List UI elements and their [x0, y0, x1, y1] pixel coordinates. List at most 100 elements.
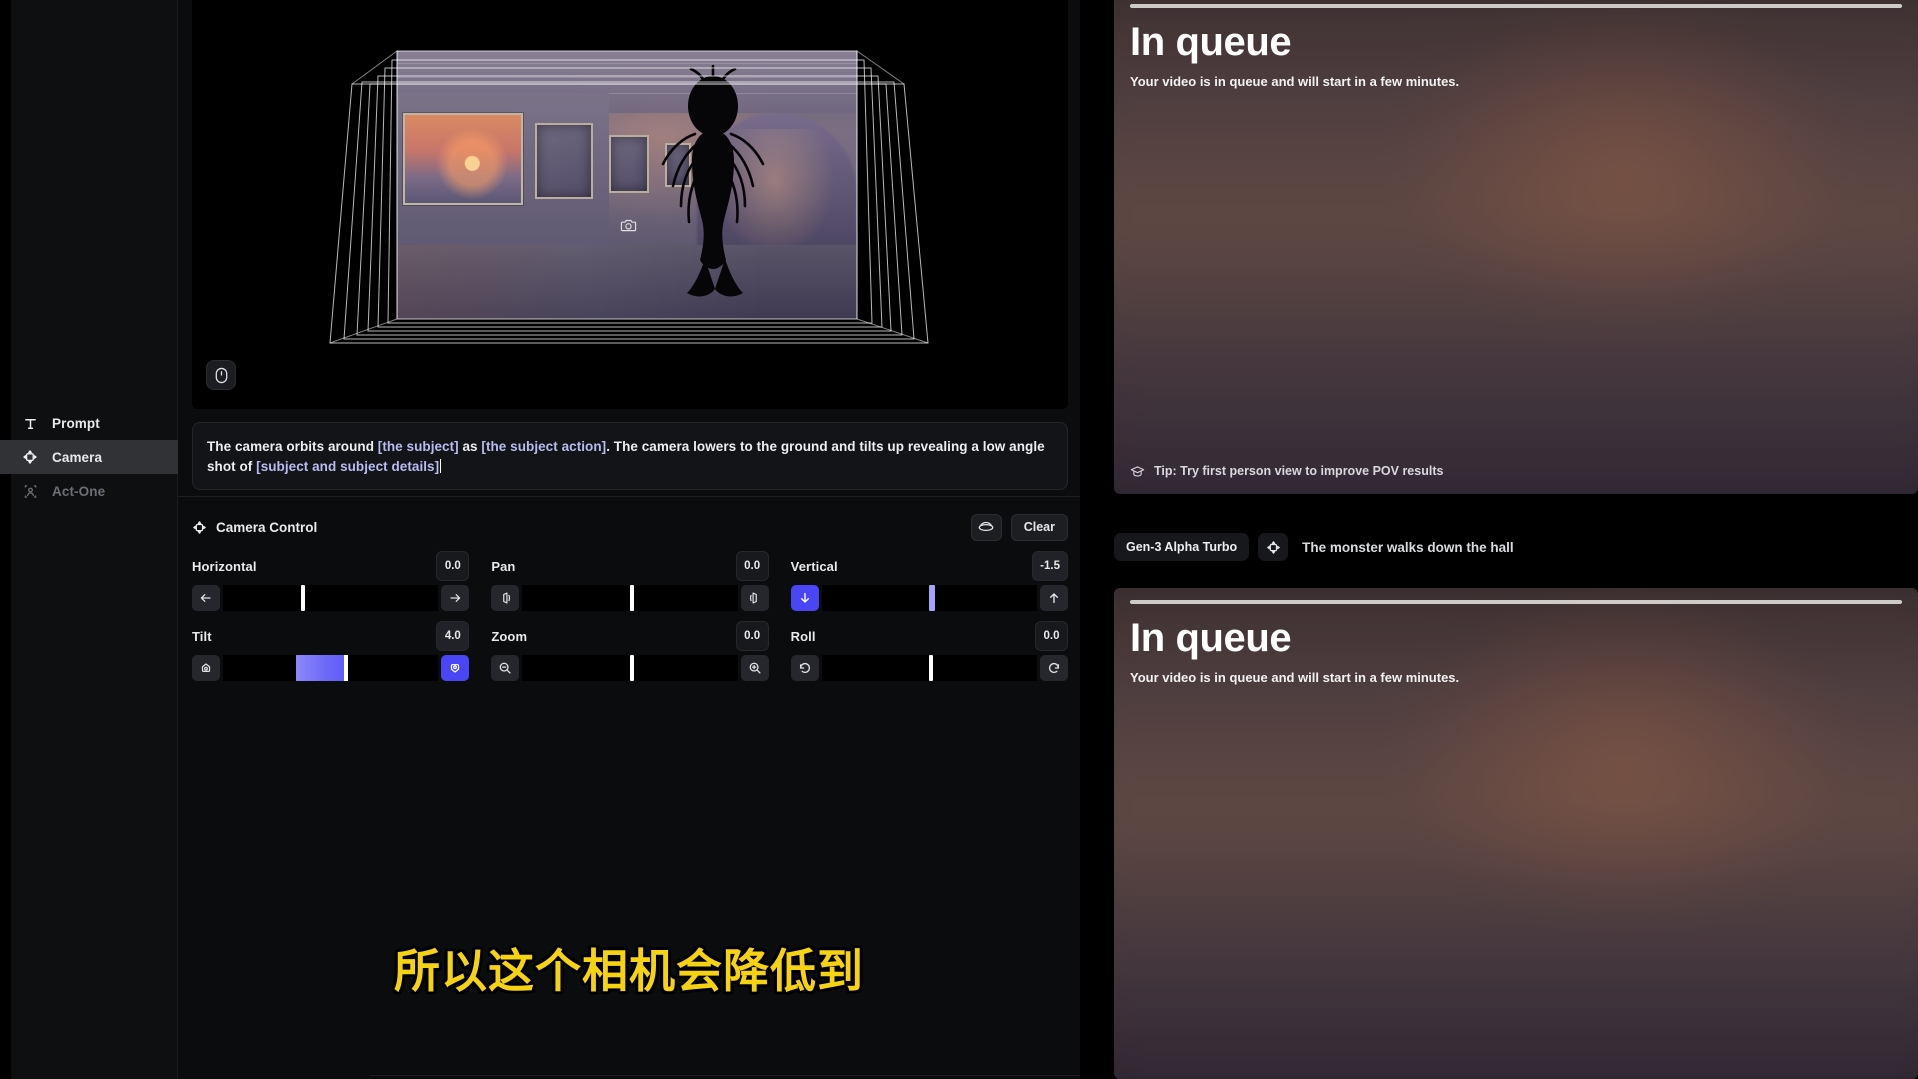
- prompt-placeholder-1: [the subject]: [377, 439, 459, 454]
- video-subtitle: 所以这个相机会降低到: [394, 944, 864, 998]
- queue-card-tip-text: Tip: Try first person view to improve PO…: [1154, 464, 1444, 478]
- model-badge[interactable]: Gen-3 Alpha Turbo: [1114, 533, 1250, 561]
- control-zoom-track[interactable]: [522, 655, 738, 681]
- prompt-input[interactable]: The camera orbits around [the subject] a…: [192, 422, 1068, 490]
- control-horizontal-value[interactable]: 0.0: [436, 551, 470, 581]
- control-tilt-track[interactable]: [223, 655, 439, 681]
- prompt-seg-1: The camera orbits around: [207, 439, 378, 454]
- prompt-text: The camera orbits around [the subject] a…: [207, 437, 1053, 477]
- queue-progress-bar: [1130, 600, 1902, 604]
- control-zoom-row: [491, 655, 769, 681]
- queue-card-2[interactable]: In queue Your video is in queue and will…: [1114, 588, 1918, 1079]
- generation-meta-row: Gen-3 Alpha Turbo The monster walks down…: [1114, 532, 1918, 562]
- sidebar-item-label-camera: Camera: [52, 449, 103, 465]
- control-horizontal-header: Horizontal 0.0: [192, 551, 470, 581]
- generation-prompt-text: The monster walks down the hall: [1302, 539, 1514, 555]
- tilt-up-icon[interactable]: [441, 655, 470, 681]
- queue-card-tip: Tip: Try first person view to improve PO…: [1130, 464, 1443, 478]
- ceiling-line: [397, 63, 857, 64]
- control-horizontal-track[interactable]: [223, 585, 439, 611]
- camera-move-icon: [22, 449, 38, 465]
- slider-thumb[interactable]: [343, 655, 348, 681]
- sidebar-item-label-act-one: Act-One: [52, 483, 106, 499]
- scene-artwork: [397, 51, 857, 319]
- queue-card-title: In queue: [1130, 20, 1292, 64]
- camera-control-header: Camera Control Clear: [192, 511, 1068, 543]
- control-pan-row: [491, 585, 769, 611]
- control-tilt: Tilt 4.0: [192, 621, 470, 681]
- painting-2: [535, 123, 593, 199]
- slider-thumb[interactable]: [300, 585, 305, 611]
- prompt-placeholder-2: [the subject action]: [481, 439, 607, 454]
- camera-icon: [614, 212, 642, 238]
- text-icon: [22, 415, 38, 431]
- control-tilt-value[interactable]: 4.0: [436, 621, 470, 651]
- control-tilt-header: Tilt 4.0: [192, 621, 470, 651]
- painting-sunset: [403, 113, 523, 205]
- roll-cw-icon[interactable]: [1040, 655, 1068, 681]
- control-pan: Pan 0.0: [491, 551, 769, 611]
- arrow-down-icon[interactable]: [790, 585, 819, 611]
- scene-floor-reflection: [397, 245, 857, 319]
- camera-control-sliders: Horizontal 0.0 Pan 0.0 Vertical -1.5 Til…: [192, 551, 1068, 681]
- video-preview[interactable]: [192, 0, 1068, 409]
- control-roll-header: Roll 0.0: [791, 621, 1068, 651]
- control-tilt-row: [192, 655, 470, 681]
- act-one-icon: [22, 483, 38, 499]
- slider-thumb[interactable]: [929, 585, 936, 611]
- ceiling-line: [397, 77, 857, 78]
- prompt-seg-2: as: [458, 439, 482, 454]
- arrow-left-icon[interactable]: [192, 585, 220, 611]
- center-column: The camera orbits around [the subject] a…: [178, 0, 1246, 1079]
- control-tilt-label: Tilt: [192, 628, 212, 644]
- queue-card-overlay: [1114, 588, 1918, 1079]
- slider-thumb[interactable]: [629, 655, 634, 681]
- sidebar-item-prompt[interactable]: Prompt: [0, 406, 178, 440]
- control-zoom: Zoom 0.0: [491, 621, 769, 681]
- slider-fill: [296, 655, 348, 681]
- queue-card-1[interactable]: In queue Your video is in queue and will…: [1114, 0, 1918, 494]
- control-vertical-value[interactable]: -1.5: [1032, 551, 1068, 581]
- control-roll: Roll 0.0: [790, 621, 1068, 681]
- arrow-right-icon[interactable]: [441, 585, 470, 611]
- arrow-up-icon[interactable]: [1040, 585, 1068, 611]
- control-pan-label: Pan: [491, 558, 516, 574]
- queue-progress-bar: [1130, 4, 1902, 8]
- control-vertical-track[interactable]: [821, 585, 1037, 611]
- queue-card-title: In queue: [1130, 616, 1292, 660]
- control-zoom-value[interactable]: 0.0: [735, 621, 769, 651]
- slider-thumb[interactable]: [629, 585, 634, 611]
- zoom-in-icon[interactable]: [740, 655, 769, 681]
- control-pan-header: Pan 0.0: [491, 551, 769, 581]
- clear-button[interactable]: Clear: [1010, 513, 1068, 541]
- control-vertical: Vertical -1.5: [790, 551, 1068, 611]
- mouse-icon[interactable]: [206, 360, 236, 390]
- control-roll-track[interactable]: [821, 655, 1037, 681]
- pan-left-icon[interactable]: [491, 585, 520, 611]
- sidebar-item-camera[interactable]: Camera: [0, 440, 178, 474]
- right-panel: In queue Your video is in queue and will…: [1080, 0, 1918, 1079]
- camera-control-title-label: Camera Control: [216, 519, 318, 535]
- monster-figure: [647, 64, 782, 319]
- control-vertical-row: [790, 585, 1068, 611]
- text-caret: [440, 459, 442, 473]
- slider-thumb[interactable]: [929, 655, 934, 681]
- control-pan-track[interactable]: [522, 585, 738, 611]
- control-roll-label: Roll: [790, 628, 816, 644]
- sidebar-edge-strip: [0, 0, 11, 1079]
- camera-control-actions: Clear: [970, 513, 1068, 541]
- sidebar-item-act-one: Act-One: [0, 474, 178, 508]
- sidebar-item-label-prompt: Prompt: [52, 415, 100, 431]
- orbit-icon[interactable]: [970, 513, 1002, 541]
- prompt-placeholder-3: [subject and subject details]: [256, 459, 440, 474]
- control-pan-value[interactable]: 0.0: [735, 551, 769, 581]
- control-roll-value[interactable]: 0.0: [1035, 621, 1068, 651]
- camera-move-icon[interactable]: [1258, 533, 1289, 561]
- pan-right-icon[interactable]: [740, 585, 769, 611]
- tilt-down-icon[interactable]: [192, 655, 220, 681]
- painting-3: [609, 135, 649, 193]
- control-horizontal: Horizontal 0.0: [192, 551, 470, 611]
- camera-move-icon: [192, 520, 207, 535]
- roll-ccw-icon[interactable]: [790, 655, 819, 681]
- zoom-out-icon[interactable]: [491, 655, 520, 681]
